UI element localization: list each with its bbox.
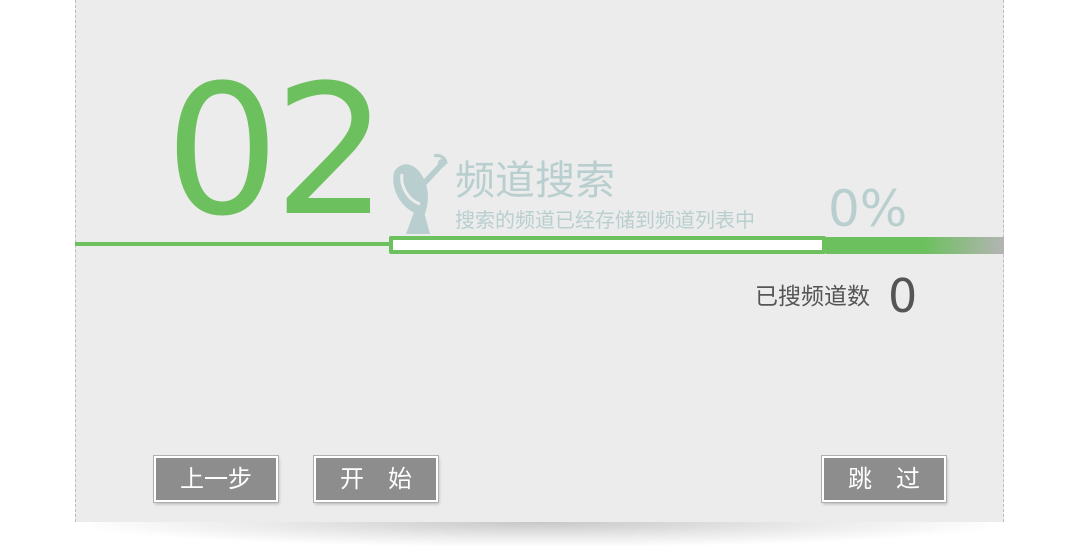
screen: 02 频道搜索 搜索的频道已经存储到频道列表中 0% 已搜频道数 0 上一步 开… [0,0,1080,557]
satellite-dish-icon [393,154,448,234]
channel-count-label: 已搜频道数 [755,284,870,310]
skip-button[interactable]: 跳 过 [822,456,946,502]
divider-line-right [826,237,1004,254]
progress-bar [389,236,826,254]
progress-percent: 0% [828,180,908,238]
divider-line-left [75,242,389,246]
step-number: 02 [165,47,388,256]
channel-count-value: 0 [888,269,918,323]
progress-bar-track [393,240,822,250]
start-button[interactable]: 开 始 [314,456,438,502]
section-title: 频道搜索 [455,158,615,204]
previous-step-button[interactable]: 上一步 [154,456,278,502]
panel-shadow [95,522,985,546]
section-subtitle: 搜索的频道已经存储到频道列表中 [455,208,755,232]
